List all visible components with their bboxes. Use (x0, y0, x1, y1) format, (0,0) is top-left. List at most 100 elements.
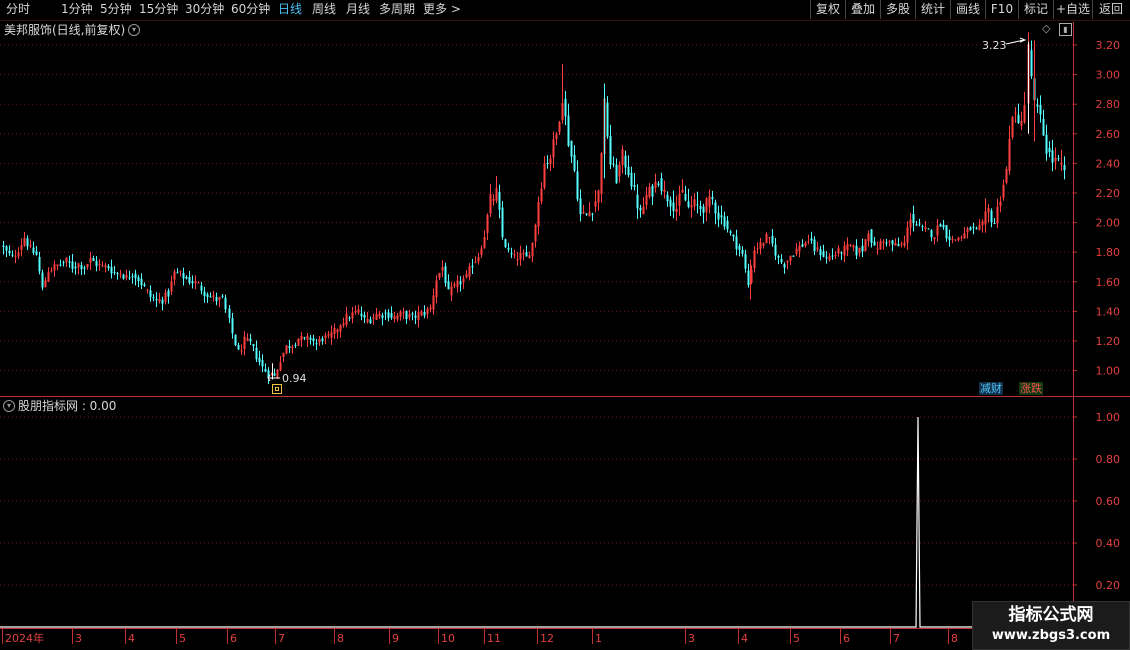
candle-body (249, 338, 252, 342)
candle-body (282, 352, 285, 357)
candle-body (672, 202, 675, 211)
candle-body (708, 196, 711, 207)
candle-body (879, 241, 882, 250)
candle-body (462, 278, 465, 283)
candle-body (342, 323, 345, 326)
candle-body (273, 373, 276, 376)
candle-body (164, 292, 167, 302)
candle-body (17, 252, 20, 257)
candle-body (47, 272, 50, 282)
candle-body (855, 245, 858, 256)
candle-body (777, 255, 780, 258)
candle-body (261, 360, 264, 367)
candle-body (591, 213, 594, 215)
candle-body (639, 207, 642, 211)
finance-badge[interactable]: 减财 (979, 382, 1003, 395)
candle-body (294, 344, 297, 346)
candle-body (8, 250, 11, 254)
candle-body (885, 242, 888, 244)
candle-body (1011, 116, 1014, 138)
candle-body (411, 313, 414, 315)
candle-body (312, 338, 315, 342)
candle-body (345, 313, 348, 325)
candle-body (693, 199, 696, 207)
kline-chart[interactable]: 3.20 3.00 2.80 2.60 2.40 2.20 2.00 1.80 1.60 1.40… (0, 0, 1130, 650)
candle-body (759, 242, 762, 249)
candle-body (990, 210, 993, 223)
candle-body (588, 211, 591, 217)
indicator-y-tick-label: 0.80 (1096, 453, 1121, 466)
candle-body (723, 216, 726, 227)
candle-body (161, 299, 164, 304)
candle-body (14, 256, 17, 258)
y-tick-label: 2.60 (1096, 128, 1121, 141)
candle-body (993, 223, 996, 225)
candle-body (1039, 104, 1042, 115)
candle-body (426, 308, 429, 315)
candle-body (203, 291, 206, 297)
candle-body (903, 242, 906, 246)
candle-body (1002, 184, 1005, 198)
candle-body (459, 281, 462, 285)
candle-body (336, 329, 339, 333)
candle-body (594, 201, 597, 207)
candle-body (792, 255, 795, 257)
candle-body (483, 237, 486, 249)
candle-body (393, 316, 396, 319)
candle-body (741, 249, 744, 254)
candle-body (1020, 120, 1023, 126)
candle-body (915, 224, 918, 226)
candle-body (846, 244, 849, 251)
candle-body (333, 328, 336, 334)
candle-body (966, 228, 969, 233)
candle-body (173, 271, 176, 280)
candle-body (402, 312, 405, 314)
candle-body (80, 265, 83, 270)
y-tick-label: 3.20 (1096, 39, 1121, 52)
candle-body (360, 313, 363, 317)
y-tick-label: 1.60 (1096, 276, 1121, 289)
high-arrow (1005, 37, 1027, 45)
high-price-label: 3.23 (982, 39, 1007, 52)
candle-body (1057, 158, 1060, 160)
y-tick-label: 1.00 (1096, 365, 1121, 378)
candle-body (432, 295, 435, 310)
chevron-down-icon[interactable]: ▾ (3, 400, 15, 412)
candle-body (447, 281, 450, 290)
candle-body (873, 241, 876, 246)
candle-body (804, 242, 807, 247)
candle-body (471, 265, 474, 268)
candle-body (110, 266, 113, 274)
candle-body (492, 198, 495, 201)
candle-body (753, 250, 756, 269)
candle-body (912, 214, 915, 224)
candle-body (215, 297, 218, 302)
candle-body (618, 164, 621, 177)
candle-body (95, 260, 98, 267)
candle-body (897, 244, 900, 247)
x-tick-label: 10 (441, 632, 455, 645)
indicator-y-tick-label: 1.00 (1096, 411, 1121, 424)
candle-body (558, 121, 561, 132)
candle-body (234, 334, 237, 346)
candle-body (711, 196, 714, 200)
candle-body (789, 255, 792, 262)
candle-body (197, 282, 200, 284)
candle-body (660, 178, 663, 192)
y-tick-label: 1.40 (1096, 305, 1121, 318)
candle-body (720, 215, 723, 218)
candle-body (444, 266, 447, 284)
candle-body (531, 242, 534, 257)
candle-body (948, 236, 951, 241)
candle-body (218, 297, 221, 300)
candle-body (176, 272, 179, 274)
x-tick-label: 6 (230, 632, 237, 645)
candle-body (762, 243, 765, 246)
x-tick-label: 2024年 (5, 631, 44, 645)
candle-body (44, 280, 47, 288)
change-badge[interactable]: 涨跌 (1019, 382, 1043, 395)
candle-body (864, 239, 867, 252)
low-marker-icon[interactable] (272, 384, 282, 394)
candle-body (1063, 164, 1066, 171)
candle-body (23, 238, 26, 246)
